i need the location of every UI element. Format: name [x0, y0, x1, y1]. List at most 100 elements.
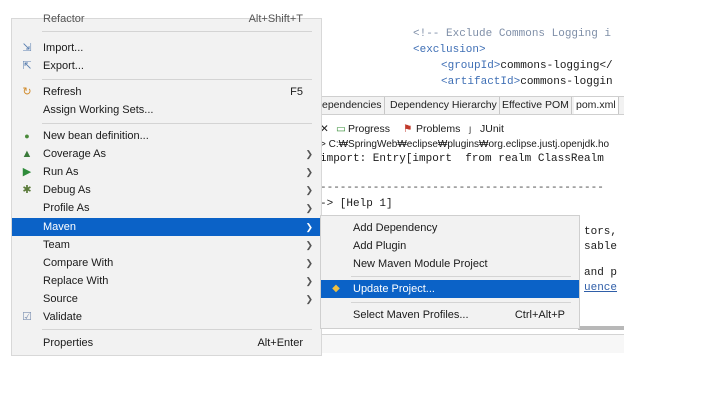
menu-item-compare-with[interactable]: Compare With ❯ — [12, 254, 321, 272]
menu-item-shortcut: Alt+Enter — [257, 337, 303, 349]
code-line-artifactid: <artifactId>commons-loggin — [441, 74, 613, 90]
context-menu: Refactor Alt+Shift+T ⇲ Import... ⇱ Expor… — [11, 13, 322, 356]
refresh-icon: ↻ — [22, 86, 32, 98]
menu-item-label: Import... — [43, 42, 84, 54]
chevron-right-icon: ❯ — [305, 276, 313, 286]
menu-separator — [42, 79, 312, 80]
tab-dependency-hierarchy[interactable]: Dependency Hierarchy — [388, 97, 500, 114]
submenu-item-new-maven-module-project[interactable]: New Maven Module Project — [321, 255, 579, 273]
menu-item-label: Refactor — [43, 13, 85, 25]
chevron-right-icon: ❯ — [305, 240, 313, 250]
menu-item-replace-with[interactable]: Replace With ❯ — [12, 272, 321, 290]
menu-separator — [42, 329, 312, 330]
menu-item-source[interactable]: Source ❯ — [12, 290, 321, 308]
menu-item-refactor[interactable]: Refactor Alt+Shift+T — [12, 10, 321, 28]
menu-item-refresh[interactable]: ↻ Refresh F5 — [12, 83, 321, 101]
export-icon: ⇱ — [22, 60, 32, 72]
console-line-dashes: ----------------------------------------… — [320, 182, 604, 194]
submenu-item-shortcut: Ctrl+Alt+P — [514, 309, 565, 321]
menu-item-assign-working-sets[interactable]: Assign Working Sets... — [12, 101, 321, 119]
code-line-groupid: <groupId>commons-logging</ — [441, 58, 613, 74]
tab-problems[interactable]: Problems — [416, 121, 460, 137]
menu-item-label: Validate — [43, 311, 82, 323]
menu-item-coverage-as[interactable]: ▲ Coverage As ❯ — [12, 145, 321, 163]
horizontal-scrollbar[interactable] — [578, 326, 624, 330]
menu-item-import[interactable]: ⇲ Import... — [12, 39, 321, 57]
debug-icon: ✱ — [22, 184, 32, 196]
tab-progress[interactable]: Progress — [348, 121, 390, 137]
console-line-import: import: Entry[import from realm ClassRea… — [320, 153, 604, 165]
menu-item-label: Refresh — [43, 86, 82, 98]
menu-item-new-bean-definition[interactable]: ● New bean definition... — [12, 127, 321, 145]
groupid-tag: <groupId> — [441, 60, 501, 72]
bean-icon: ● — [24, 131, 30, 141]
menu-item-label: Team — [43, 239, 70, 251]
coverage-icon: ▲ — [21, 148, 33, 160]
menu-item-shortcut: Alt+Shift+T — [248, 13, 303, 25]
artifactid-value: commons-loggin — [520, 76, 613, 88]
menu-item-shortcut: F5 — [290, 86, 303, 98]
menu-item-label: Properties — [43, 337, 94, 349]
menu-item-label: Profile As — [43, 202, 90, 214]
maven-submenu: Add Dependency Add Plugin New Maven Modu… — [320, 215, 580, 329]
console-fragment-2: sable — [584, 241, 624, 253]
submenu-item-select-maven-profiles[interactable]: Select Maven Profiles... Ctrl+Alt+P — [321, 306, 579, 324]
code-line-exclusion: <exclusion> — [413, 44, 486, 56]
menu-item-label: Debug As — [43, 184, 91, 196]
pom-editor-tabs: ependencies Dependency Hierarchy Effecti… — [320, 96, 624, 115]
menu-item-label: Export... — [43, 60, 84, 72]
menu-item-profile-as[interactable]: Profile As ❯ — [12, 199, 321, 217]
menu-item-label: Assign Working Sets... — [43, 104, 154, 116]
menu-item-team[interactable]: Team ❯ — [12, 236, 321, 254]
menu-item-debug-as[interactable]: ✱ Debug As ❯ — [12, 181, 321, 199]
console-view-tabs: ✕ ▭ Progress ⚑ Problems ȷ JUnit — [320, 121, 624, 137]
console-fragment-1: tors, — [584, 226, 624, 238]
menu-item-label: Run As — [43, 166, 79, 178]
submenu-item-label: Select Maven Profiles... — [353, 309, 469, 321]
checkbox-icon: ☑ — [22, 311, 32, 323]
submenu-item-label: Update Project... — [353, 283, 435, 295]
menu-item-maven[interactable]: Maven ❯ — [12, 218, 321, 236]
submenu-item-label: Add Dependency — [353, 222, 438, 234]
menu-item-label: New bean definition... — [43, 130, 149, 142]
maven-update-icon: ◆ — [332, 283, 340, 294]
chevron-right-icon: ❯ — [305, 185, 313, 195]
menu-item-label: Source — [43, 293, 78, 305]
chevron-right-icon: ❯ — [305, 167, 313, 177]
menu-item-label: Replace With — [43, 275, 109, 287]
console-fragment-3: and p — [584, 267, 618, 279]
menu-item-label: Maven — [43, 221, 77, 233]
menu-item-label: Compare With — [43, 257, 114, 269]
code-line-comment: <!-- Exclude Commons Logging i — [413, 28, 612, 40]
status-bar — [320, 334, 624, 353]
submenu-item-update-project[interactable]: ◆ Update Project... — [321, 280, 579, 298]
submenu-item-label: New Maven Module Project — [353, 258, 488, 270]
menu-item-export[interactable]: ⇱ Export... — [12, 57, 321, 75]
menu-item-label: Coverage As — [43, 148, 106, 160]
tab-effective-pom[interactable]: Effective POM — [500, 97, 572, 114]
chevron-right-icon: ❯ — [305, 222, 313, 232]
chevron-right-icon: ❯ — [305, 203, 313, 213]
tab-junit[interactable]: JUnit — [480, 121, 504, 137]
run-icon: ▶ — [22, 166, 32, 178]
submenu-item-label: Add Plugin — [353, 240, 407, 252]
chevron-right-icon: ❯ — [305, 149, 313, 159]
submenu-item-add-plugin[interactable]: Add Plugin — [321, 237, 579, 255]
problems-icon: ⚑ — [403, 123, 413, 135]
chevron-right-icon: ❯ — [305, 294, 313, 304]
console-process-path: > C:₩SpringWeb₩eclipse₩plugins₩org.eclip… — [320, 139, 610, 150]
chevron-right-icon: ❯ — [305, 258, 313, 268]
menu-separator — [351, 276, 571, 277]
junit-icon: ȷ — [469, 123, 472, 135]
console-line-help: -> [Help 1] — [320, 198, 393, 210]
menu-item-validate[interactable]: ☑ Validate — [12, 308, 321, 326]
tab-dependencies[interactable]: ependencies — [320, 97, 385, 114]
menu-item-properties[interactable]: Properties Alt+Enter — [12, 334, 321, 352]
artifactid-tag: <artifactId> — [441, 76, 521, 88]
tab-pom-xml[interactable]: pom.xml — [574, 97, 619, 114]
menu-item-run-as[interactable]: ▶ Run As ❯ — [12, 163, 321, 181]
progress-icon: ▭ — [336, 123, 346, 135]
console-link-fragment[interactable]: uence — [584, 280, 617, 296]
submenu-item-add-dependency[interactable]: Add Dependency — [321, 219, 579, 237]
menu-separator — [42, 123, 312, 124]
